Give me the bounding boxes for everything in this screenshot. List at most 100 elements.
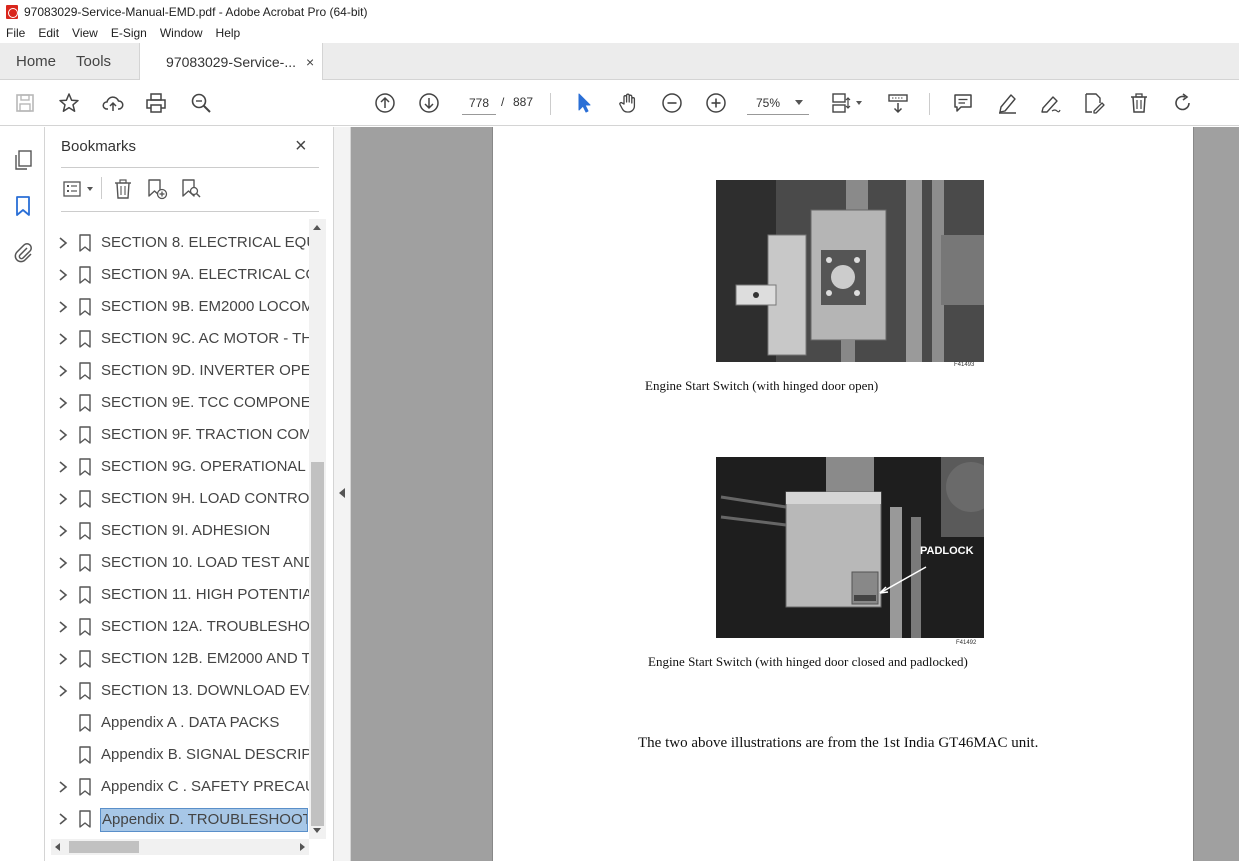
chevron-right-icon[interactable] (58, 236, 68, 250)
scrollbar-thumb[interactable] (311, 462, 324, 826)
highlight-pen-icon[interactable] (995, 91, 1019, 115)
figure-caption: Engine Start Switch (with hinged door op… (645, 378, 879, 393)
menu-edit[interactable]: Edit (38, 26, 59, 40)
scroll-up-arrow[interactable] (313, 225, 321, 230)
scroll-right-arrow[interactable] (300, 843, 305, 851)
chevron-right-icon[interactable] (58, 812, 68, 826)
bookmark-label: SECTION 12A. TROUBLESHOOTING (101, 618, 309, 635)
edit-pdf-icon[interactable] (1082, 91, 1106, 115)
bookmark-label: SECTION 9E. TCC COMPONENTS (101, 394, 309, 411)
page-thumbnails-icon[interactable] (11, 148, 35, 172)
chevron-right-icon[interactable] (58, 364, 68, 378)
close-panel-button[interactable]: × (295, 135, 307, 158)
chevron-right-icon[interactable] (58, 780, 68, 794)
bookmark-item[interactable]: SECTION 8. ELECTRICAL EQUIPMENT (45, 227, 309, 259)
bookmark-item[interactable]: SECTION 9A. ELECTRICAL CONTROL (45, 259, 309, 291)
cloud-upload-icon[interactable] (101, 91, 125, 115)
menu-view[interactable]: View (72, 26, 98, 40)
bookmarks-icon[interactable] (11, 194, 35, 218)
new-bookmark-icon[interactable] (145, 177, 169, 201)
bookmark-icon (79, 362, 91, 380)
chevron-down-icon[interactable] (87, 187, 93, 191)
chevron-right-icon[interactable] (58, 588, 68, 602)
save-icon[interactable] (13, 91, 37, 115)
menu-file[interactable]: File (6, 26, 25, 40)
chevron-right-icon[interactable] (58, 620, 68, 634)
bookmark-item[interactable]: Appendix A . DATA PACKS (45, 707, 309, 739)
bookmark-label: SECTION 9A. ELECTRICAL CONTROL (101, 266, 309, 283)
bookmark-item[interactable]: SECTION 12A. TROUBLESHOOTING (45, 611, 309, 643)
scroll-down-arrow[interactable] (313, 828, 321, 833)
scroll-mode-icon[interactable] (886, 91, 910, 115)
next-page-icon[interactable] (417, 91, 441, 115)
chevron-right-icon[interactable] (58, 556, 68, 570)
bookmark-label: Appendix A . DATA PACKS (101, 714, 280, 731)
bookmark-item[interactable]: SECTION 9F. TRACTION COMPUTER (45, 419, 309, 451)
attachments-icon[interactable] (11, 240, 35, 264)
star-icon[interactable] (57, 91, 81, 115)
bookmark-item[interactable]: SECTION 13. DOWNLOAD EVALUATION (45, 675, 309, 707)
hand-tool-icon[interactable] (616, 91, 640, 115)
zoom-select[interactable]: 75% (747, 91, 809, 115)
chevron-right-icon[interactable] (58, 460, 68, 474)
menu-help[interactable]: Help (216, 26, 241, 40)
bookmark-item[interactable]: Appendix D. TROUBLESHOOTING (45, 803, 309, 835)
zoom-in-icon[interactable] (704, 91, 728, 115)
bookmark-options-icon[interactable] (61, 177, 85, 201)
menu-esign[interactable]: E-Sign (111, 26, 147, 40)
chevron-right-icon[interactable] (58, 396, 68, 410)
bookmark-item[interactable]: SECTION 9H. LOAD CONTROL (45, 483, 309, 515)
bookmark-item[interactable]: SECTION 12B. EM2000 AND TRACTION (45, 643, 309, 675)
collapse-panel-arrow-icon[interactable] (339, 488, 345, 498)
chevron-right-icon[interactable] (58, 268, 68, 282)
divider (61, 211, 319, 212)
tab-document[interactable]: 97083029-Service-... × (139, 43, 324, 81)
tab-tools[interactable]: Tools (72, 43, 127, 79)
sign-pen-icon[interactable] (1038, 91, 1062, 115)
chevron-down-icon[interactable] (856, 101, 862, 105)
trash-icon[interactable] (1127, 91, 1151, 115)
bookmark-item[interactable]: Appendix B. SIGNAL DESCRIPTIONS (45, 739, 309, 771)
bookmarks-title: Bookmarks (61, 138, 137, 155)
bookmark-item[interactable]: SECTION 9E. TCC COMPONENTS (45, 387, 309, 419)
menu-window[interactable]: Window (160, 26, 203, 40)
find-bookmark-icon[interactable] (179, 177, 203, 201)
bookmark-item[interactable]: SECTION 9B. EM2000 LOCOMOTIVE (45, 291, 309, 323)
bookmark-item[interactable]: SECTION 11. HIGH POTENTIAL TEST (45, 579, 309, 611)
chevron-right-icon[interactable] (58, 428, 68, 442)
engine-start-switch-padlocked-photo: PADLOCK (716, 457, 984, 638)
scrollbar-thumb[interactable] (69, 841, 139, 853)
bookmark-label: SECTION 9F. TRACTION COMPUTER (101, 426, 309, 443)
bookmark-label: Appendix C . SAFETY PRECAUTIONS (101, 778, 309, 795)
previous-page-icon[interactable] (373, 91, 397, 115)
select-cursor-icon[interactable] (572, 91, 596, 115)
bookmark-item[interactable]: SECTION 10. LOAD TEST AND HORSEPOWER (45, 547, 309, 579)
document-view[interactable]: F41493 Engine Start Switch (with hinged … (351, 127, 1239, 861)
print-icon[interactable] (144, 91, 168, 115)
page-display-icon[interactable] (829, 91, 853, 115)
window-title: 97083029-Service-Manual-EMD.pdf - Adobe … (24, 4, 368, 19)
scroll-left-arrow[interactable] (55, 843, 60, 851)
chevron-right-icon[interactable] (58, 684, 68, 698)
chevron-right-icon[interactable] (58, 300, 68, 314)
bookmarks-vertical-scrollbar[interactable] (309, 219, 326, 839)
bookmark-item[interactable]: SECTION 9D. INVERTER OPERATION (45, 355, 309, 387)
chevron-right-icon[interactable] (58, 332, 68, 346)
rotate-icon[interactable] (1171, 91, 1195, 115)
bookmarks-horizontal-scrollbar[interactable] (51, 839, 309, 855)
find-zoom-icon[interactable] (189, 91, 213, 115)
chevron-right-icon[interactable] (58, 524, 68, 538)
bookmark-item[interactable]: SECTION 9G. OPERATIONAL CONTROL (45, 451, 309, 483)
zoom-out-icon[interactable] (660, 91, 684, 115)
panel-collapse-gutter[interactable] (333, 127, 351, 861)
page-number-input[interactable]: 778 (462, 91, 496, 115)
bookmark-item[interactable]: SECTION 9I. ADHESION (45, 515, 309, 547)
delete-bookmark-icon[interactable] (111, 177, 135, 201)
tab-close-button[interactable]: × (306, 54, 314, 70)
chevron-right-icon[interactable] (58, 492, 68, 506)
bookmark-item[interactable]: Appendix C . SAFETY PRECAUTIONS (45, 771, 309, 803)
chevron-right-icon[interactable] (58, 652, 68, 666)
bookmark-item[interactable]: SECTION 9C. AC MOTOR - THEORY (45, 323, 309, 355)
comment-icon[interactable] (951, 91, 975, 115)
tab-home[interactable]: Home (0, 43, 72, 79)
